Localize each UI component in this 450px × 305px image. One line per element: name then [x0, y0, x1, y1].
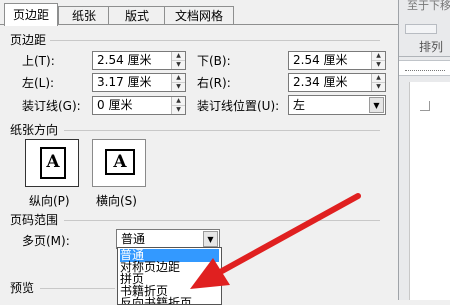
tab-label: 页边距 — [12, 8, 49, 22]
tab-margins[interactable]: 页边距 — [4, 3, 58, 26]
red-annotation-arrow-icon — [190, 193, 361, 289]
